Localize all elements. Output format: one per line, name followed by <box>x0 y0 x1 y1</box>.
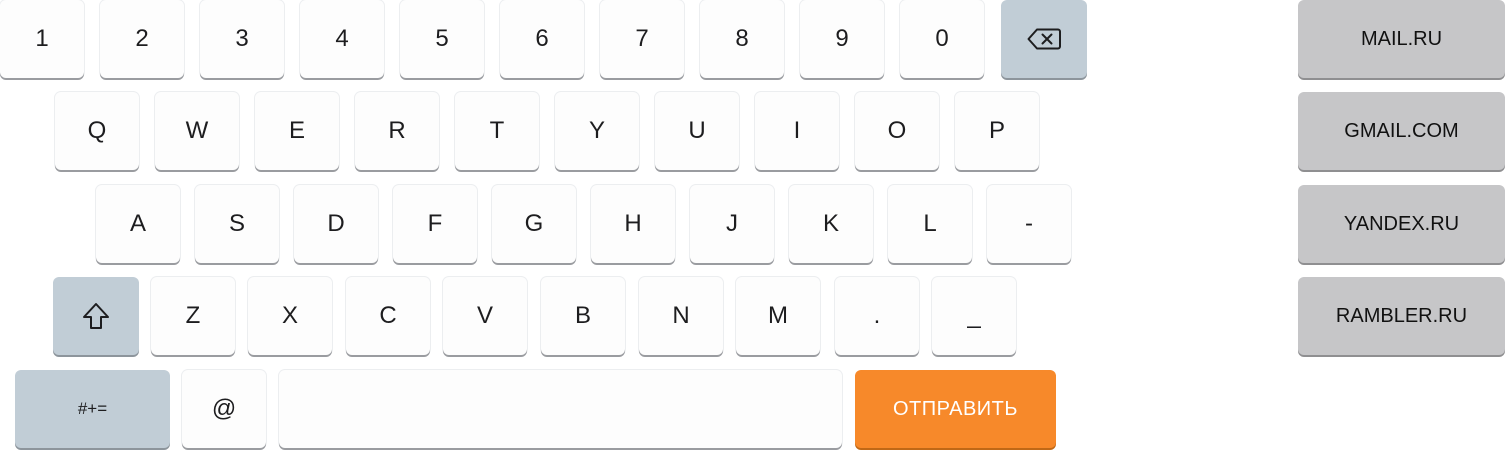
space-key[interactable] <box>279 370 842 448</box>
shift-arrow-icon <box>81 301 111 331</box>
key-v[interactable]: V <box>443 277 527 355</box>
key-g[interactable]: G <box>492 185 576 263</box>
key-a[interactable]: A <box>96 185 180 263</box>
key-6[interactable]: 6 <box>500 0 584 78</box>
key-4[interactable]: 4 <box>300 0 384 78</box>
key-e[interactable]: E <box>255 92 339 170</box>
key-period[interactable]: . <box>835 277 919 355</box>
send-button[interactable]: ОТПРАВИТЬ <box>855 370 1056 448</box>
key-2[interactable]: 2 <box>100 0 184 78</box>
key-c[interactable]: C <box>346 277 430 355</box>
key-p[interactable]: P <box>955 92 1039 170</box>
key-y[interactable]: Y <box>555 92 639 170</box>
key-7[interactable]: 7 <box>600 0 684 78</box>
backspace-icon <box>1027 28 1061 50</box>
key-o[interactable]: O <box>855 92 939 170</box>
key-r[interactable]: R <box>355 92 439 170</box>
key-x[interactable]: X <box>248 277 332 355</box>
key-d[interactable]: D <box>294 185 378 263</box>
key-h[interactable]: H <box>591 185 675 263</box>
key-0[interactable]: 0 <box>900 0 984 78</box>
key-z[interactable]: Z <box>151 277 235 355</box>
key-underscore[interactable]: _ <box>932 277 1016 355</box>
key-s[interactable]: S <box>195 185 279 263</box>
key-t[interactable]: T <box>455 92 539 170</box>
key-u[interactable]: U <box>655 92 739 170</box>
domain-key-rambler-ru[interactable]: RAMBLER.RU <box>1298 277 1505 355</box>
key-m[interactable]: M <box>736 277 820 355</box>
key-3[interactable]: 3 <box>200 0 284 78</box>
at-key[interactable]: @ <box>182 370 266 448</box>
key-b[interactable]: B <box>541 277 625 355</box>
key-1[interactable]: 1 <box>0 0 84 78</box>
key-5[interactable]: 5 <box>400 0 484 78</box>
key-w[interactable]: W <box>155 92 239 170</box>
key-k[interactable]: K <box>789 185 873 263</box>
key-9[interactable]: 9 <box>800 0 884 78</box>
domain-key-mail-ru[interactable]: MAIL.RU <box>1298 0 1505 78</box>
backspace-key[interactable] <box>1001 0 1087 78</box>
key-i[interactable]: I <box>755 92 839 170</box>
domain-key-yandex-ru[interactable]: YANDEX.RU <box>1298 185 1505 263</box>
key-n[interactable]: N <box>639 277 723 355</box>
key-8[interactable]: 8 <box>700 0 784 78</box>
shift-key[interactable] <box>53 277 139 355</box>
key-f[interactable]: F <box>393 185 477 263</box>
key-hyphen[interactable]: - <box>987 185 1071 263</box>
symbols-key[interactable]: #+= <box>15 370 170 448</box>
key-l[interactable]: L <box>888 185 972 263</box>
key-j[interactable]: J <box>690 185 774 263</box>
domain-key-gmail-com[interactable]: GMAIL.COM <box>1298 92 1505 170</box>
key-q[interactable]: Q <box>55 92 139 170</box>
